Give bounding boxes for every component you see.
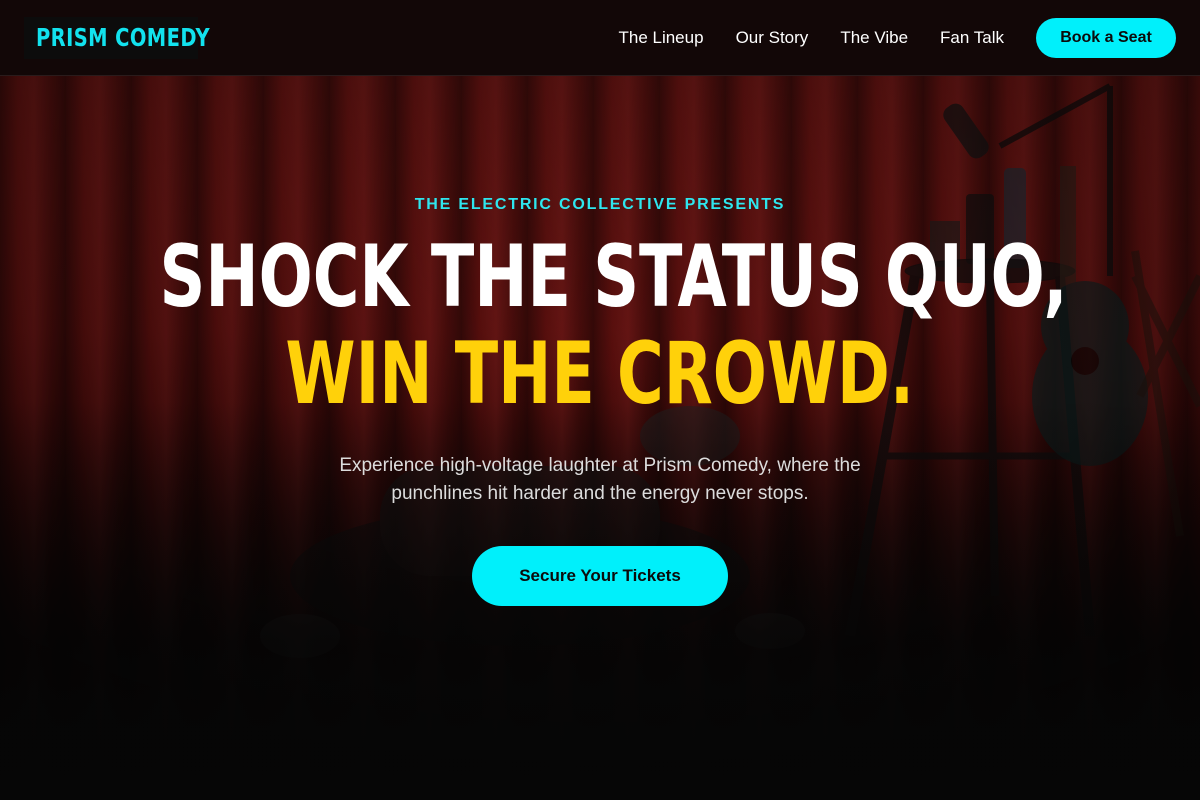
main-nav: The Lineup Our Story The Vibe Fan Talk B…	[618, 17, 1176, 58]
book-a-seat-button[interactable]: Book a Seat	[1036, 17, 1176, 58]
hero-section: THE ELECTRIC COLLECTIVE PRESENTS SHOCK T…	[0, 76, 1200, 800]
hero-headline-line1-text: SHOCK THE STATUS QUO,	[159, 227, 1068, 327]
hero-headline-line2: WIN THE CROWD.	[0, 331, 1200, 417]
secure-tickets-button[interactable]: Secure Your Tickets	[472, 546, 728, 606]
nav-link-our-story[interactable]: Our Story	[736, 28, 809, 48]
site-header: PRISM COMEDY The Lineup Our Story The Vi…	[0, 0, 1200, 76]
hero-headline-line2-text: WIN THE CROWD.	[285, 324, 915, 424]
nav-link-fan-talk[interactable]: Fan Talk	[940, 28, 1004, 48]
logo-text: PRISM COMEDY	[36, 23, 210, 52]
nav-link-the-vibe[interactable]: The Vibe	[840, 28, 908, 48]
hero-eyebrow: THE ELECTRIC COLLECTIVE PRESENTS	[414, 196, 786, 213]
hero-headline-line1: SHOCK THE STATUS QUO,	[0, 234, 1200, 320]
hero-subtext: Experience high-voltage laughter at Pris…	[339, 455, 861, 504]
nav-link-lineup[interactable]: The Lineup	[618, 28, 703, 48]
logo[interactable]: PRISM COMEDY	[24, 16, 210, 59]
